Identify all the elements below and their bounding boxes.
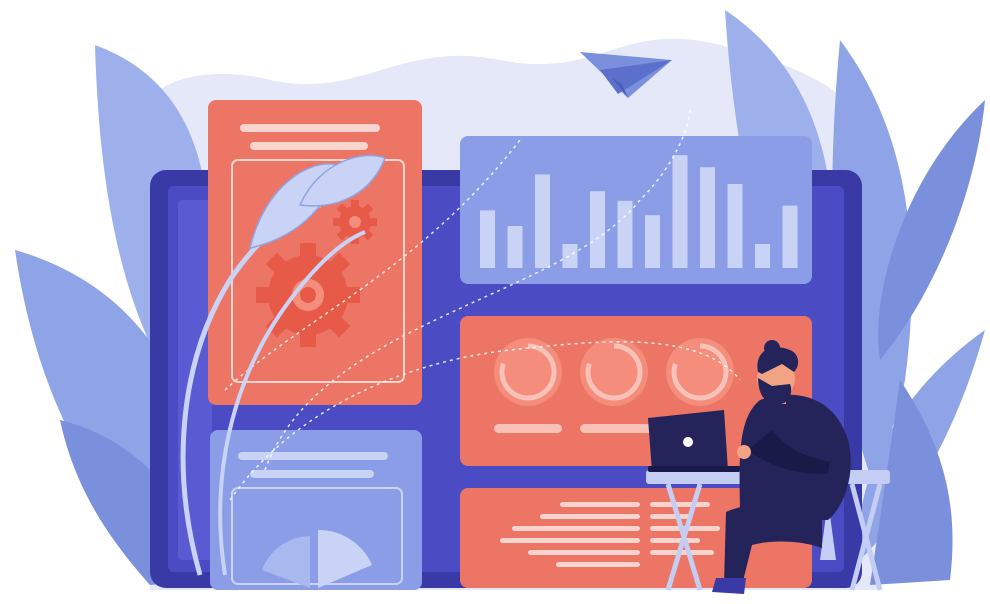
document-card-line <box>250 470 374 478</box>
list-line <box>540 514 640 519</box>
list-line <box>650 502 710 507</box>
bar-chart-bar <box>562 244 578 268</box>
settings-card-line <box>240 124 380 132</box>
bar-chart-bar <box>727 184 743 268</box>
settings-card-line <box>250 142 368 150</box>
list-line <box>528 550 640 555</box>
document-card-line <box>238 452 388 460</box>
list-line <box>560 502 640 507</box>
bar-chart-bar <box>645 215 660 268</box>
gear-icon <box>256 243 360 347</box>
bar-chart-bar <box>700 167 715 268</box>
bar-chart-bar <box>755 244 770 268</box>
person-hand <box>737 445 751 459</box>
list-line <box>650 538 700 543</box>
list-line <box>500 538 640 543</box>
progress-rings <box>494 338 734 406</box>
settings-card <box>208 100 422 405</box>
person-shoe <box>712 578 746 594</box>
monitor-left-sidebar <box>178 200 212 560</box>
bar-chart-card <box>460 136 812 284</box>
bar-chart-bar <box>590 191 605 268</box>
document-card <box>210 430 422 590</box>
progress-label <box>494 424 562 433</box>
bar-chart-bar <box>535 174 550 268</box>
list-line <box>650 514 690 519</box>
person-hair-bun <box>764 340 780 356</box>
bar-chart-bar <box>480 210 495 268</box>
bar-chart-bar <box>507 226 523 268</box>
bar-chart-bar <box>782 205 798 268</box>
bar-chart-bar <box>672 155 688 268</box>
dashboard-illustration <box>15 10 985 594</box>
list-line <box>512 526 640 531</box>
list-line <box>556 562 640 567</box>
